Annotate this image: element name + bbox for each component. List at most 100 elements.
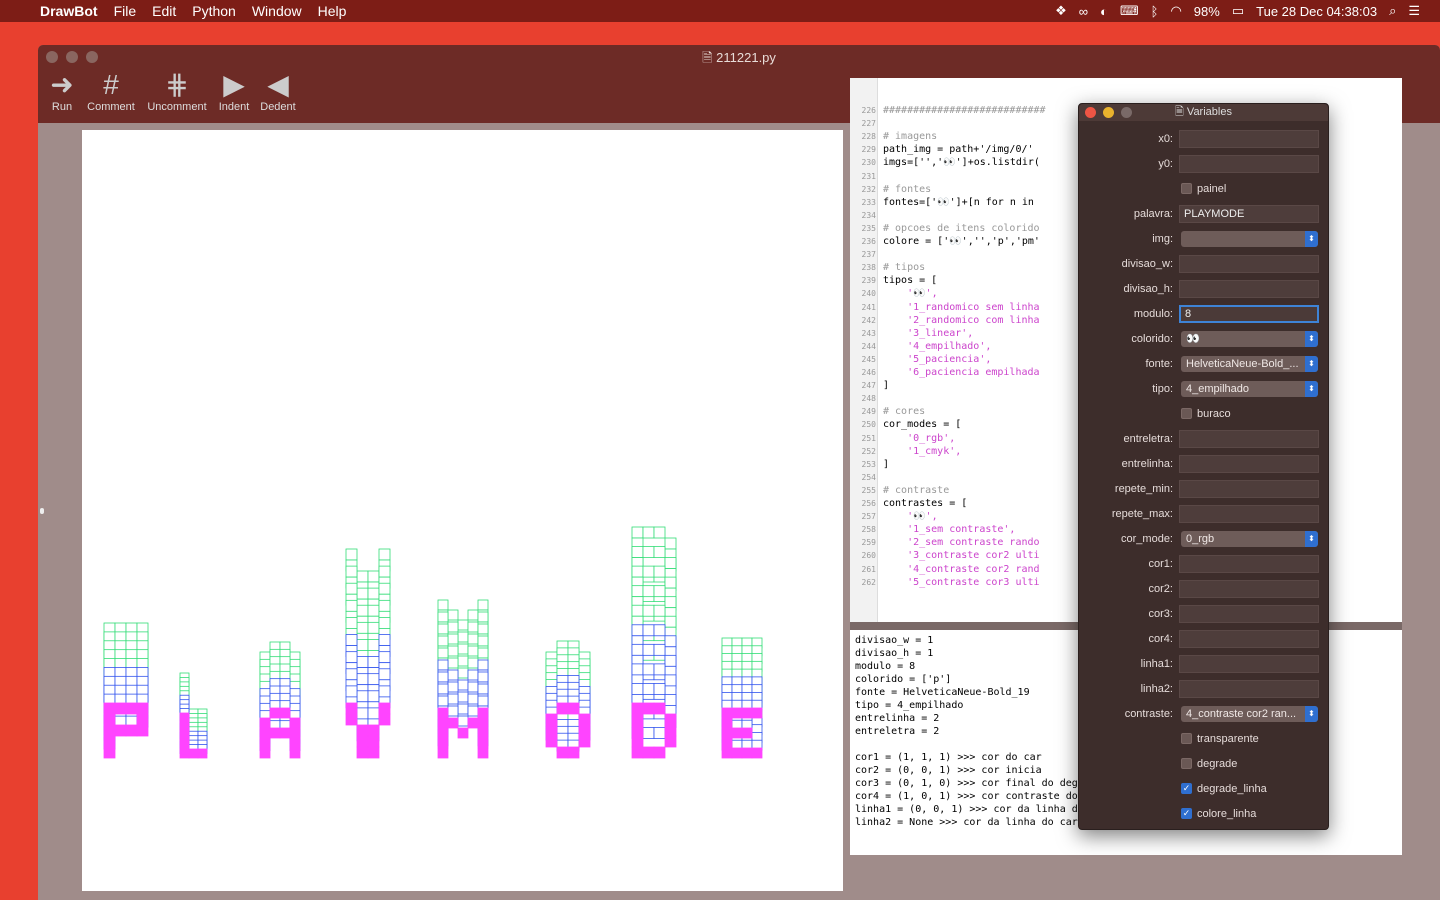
letter-pixel-y [378,713,391,726]
img-select[interactable]: ⬍ [1181,231,1318,247]
letter-pixel-d [642,643,655,656]
menu-file[interactable]: File [106,0,145,22]
entrelinha-field[interactable] [1179,455,1319,473]
cor2-field[interactable] [1179,580,1319,598]
line-number: 226 [861,106,876,115]
menu-python[interactable]: Python [184,0,244,22]
modulo-field[interactable]: 8 [1179,305,1319,323]
linha1-field[interactable] [1179,655,1319,673]
menu-window[interactable]: Window [244,0,310,22]
x0-field[interactable] [1179,130,1319,148]
cor4-field[interactable] [1179,630,1319,648]
creative-cloud-icon[interactable]: ∞ [1079,4,1088,19]
line-number: 262 [861,577,876,587]
degrade-linha-checkbox[interactable]: ✓ [1181,783,1192,794]
divisao-w-field[interactable] [1179,255,1319,273]
repete-max-field[interactable] [1179,505,1319,523]
variables-panel: 🗎 Variables x0: y0: painel palavra: PLAYMODE… [1078,103,1329,830]
letter-pixel-m [447,657,459,669]
letter-pixel-d [664,576,677,589]
letter-pixel-y [378,634,391,646]
bluetooth-icon[interactable]: ᛒ [1151,4,1159,19]
letter-pixel-d [631,724,644,737]
entreletra-field[interactable] [1179,430,1319,448]
menu-app-name[interactable]: DrawBot [32,0,106,22]
tipo-select[interactable]: 4_empilhado ⬍ [1181,381,1318,397]
colorido-select[interactable]: 👀 ⬍ [1181,331,1318,347]
divisao-h-field[interactable] [1179,280,1319,298]
letter-pixel-m [437,659,449,671]
degrade-checkbox[interactable] [1181,758,1192,769]
menu-help[interactable]: Help [310,0,355,22]
split-handle-left[interactable] [40,508,44,514]
y0-field[interactable] [1179,155,1319,173]
letter-pixel-m [437,623,449,635]
cor3-field[interactable] [1179,605,1319,623]
night-mode-icon[interactable]: ◐ [1100,4,1108,19]
code-text: # contraste [883,484,950,496]
uncomment-button[interactable]: ⋕ Uncomment [144,69,210,113]
clock[interactable]: Tue 28 Dec 04:38:03 [1256,4,1377,19]
letter-pixel-m [477,717,489,729]
dedent-button[interactable]: ◀ Dedent [257,69,299,113]
keyboard-icon[interactable]: ⌨ [1120,3,1139,19]
colore-linha-label[interactable]: colore_linha [1197,804,1256,824]
letter-pixel-m [447,693,459,705]
line-number: 246 [861,368,876,377]
zoom-panel-button [1121,107,1132,118]
cor-mode-select[interactable]: 0_rgb ⬍ [1181,531,1318,547]
colore-linha-checkbox[interactable]: ✓ [1181,808,1192,819]
comment-button[interactable]: # Comment [84,69,138,113]
letter-pixel-m [467,717,479,729]
letter-pixel-m [457,727,469,739]
degrade-linha-label[interactable]: degrade_linha [1197,779,1267,799]
wifi-icon[interactable]: ◠ [1170,3,1181,19]
line-number: 252 [861,446,876,456]
transparente-label[interactable]: transparente [1197,729,1259,749]
document-icon: 🗎 [702,50,717,65]
letter-pixel-y [378,702,391,715]
fonte-select[interactable]: HelveticaNeue-Bold_... ⬍ [1181,356,1318,372]
close-panel-button[interactable] [1085,107,1096,118]
battery-percent[interactable]: 98% [1194,4,1220,19]
buraco-checkbox[interactable] [1181,408,1192,419]
transparente-checkbox[interactable] [1181,733,1192,744]
spotlight-icon[interactable]: ⌕ [1389,3,1396,19]
drawing-canvas[interactable] [82,130,843,891]
contraste-select[interactable]: 4_contraste cor2 ran... ⬍ [1181,706,1318,722]
letter-pixel-d [653,643,666,656]
indent-button[interactable]: ▶ Indent [216,69,252,113]
letter-pixel-o [567,746,580,759]
painel-label[interactable]: painel [1197,179,1226,199]
menu-edit[interactable]: Edit [144,0,184,22]
dropbox-icon[interactable]: ❖ [1055,3,1067,19]
line-number: 237 [861,250,876,260]
painel-checkbox[interactable] [1181,183,1192,194]
letter-pixel-e [741,727,753,739]
cor1-field[interactable] [1179,555,1319,573]
linha2-field[interactable] [1179,680,1319,698]
notification-center-icon[interactable]: ☰ [1408,3,1420,19]
letter-pixel-d [642,663,655,676]
repete-min-field[interactable] [1179,480,1319,498]
variables-titlebar[interactable]: 🗎 Variables [1079,104,1328,121]
degrade-label[interactable]: degrade [1197,754,1237,774]
letter-pixel-d [642,565,655,578]
minimize-panel-button[interactable] [1103,107,1114,118]
palavra-field[interactable]: PLAYMODE [1179,205,1319,223]
letter-pixel-d [642,526,655,539]
code-text: '4_empilhado', [883,340,992,352]
letter-pixel-e [721,717,733,729]
letter-pixel-m [477,727,489,739]
letter-pixel-m [457,655,469,667]
run-button[interactable]: ➜ Run [48,69,76,113]
buraco-label[interactable]: buraco [1197,404,1231,424]
letter-pixel-d [653,526,666,539]
letter-pixel-m [447,645,459,657]
letter-pixel-p [136,724,149,737]
letter-pixel-p [114,724,127,737]
letter-pixel-a [279,707,291,719]
code-text: '2_sem contraste rando [883,537,1040,549]
letter-pixel-m [467,609,479,621]
letter-pixel-y [378,565,391,578]
